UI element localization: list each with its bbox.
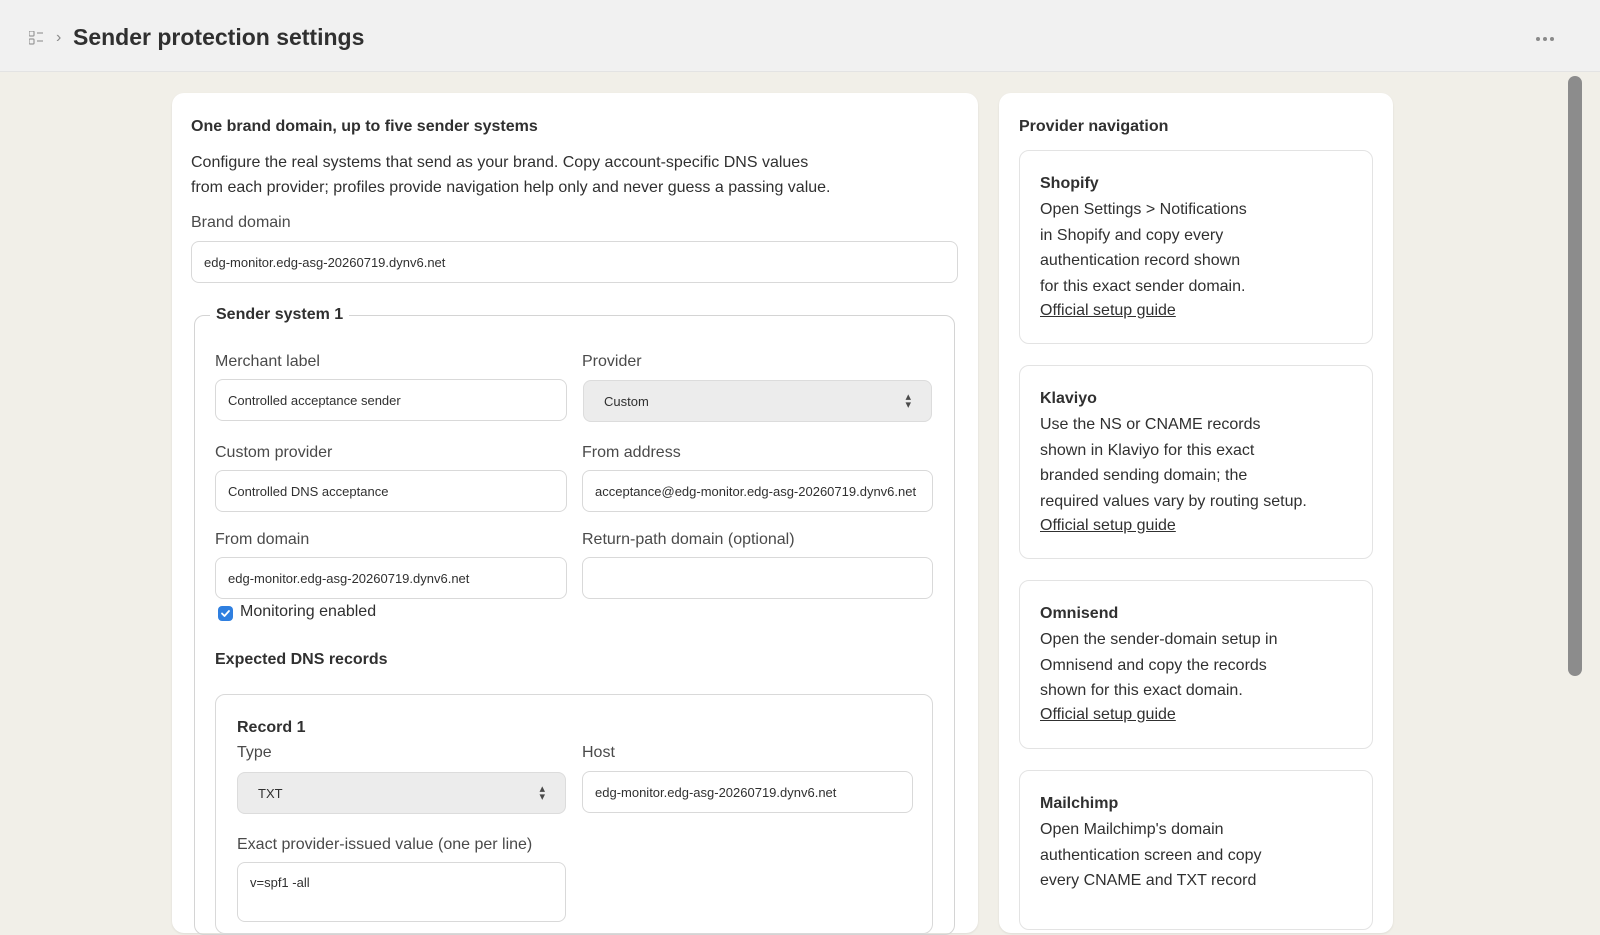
breadcrumb-chevron-icon: › [56, 29, 62, 46]
provider-select-value: Custom [604, 393, 649, 409]
page-scrollbar[interactable] [1568, 76, 1582, 676]
record-type-select[interactable]: TXT ▴ ▾ [237, 772, 566, 814]
provider-instructions: Open Mailchimp's domain authentication s… [1040, 821, 1262, 889]
provider-card-klaviyo: Klaviyo Use the NS or CNAME records show… [1019, 365, 1373, 559]
custom-provider-label: Custom provider [215, 444, 333, 461]
from-domain-label: From domain [215, 531, 310, 548]
merchant-label-label: Merchant label [215, 353, 320, 370]
record-value-label: Exact provider-issued value (one per lin… [237, 836, 533, 853]
record-host-label: Host [582, 744, 615, 761]
provider-instructions: Open the sender-domain setup in Omnisend… [1040, 631, 1278, 699]
custom-provider-input[interactable]: Controlled DNS acceptance [215, 470, 567, 512]
provider-card-omnisend: Omnisend Open the sender-domain setup in… [1019, 580, 1373, 749]
select-chevrons-icon: ▴ ▾ [539, 783, 545, 803]
page-title: Sender protection settings [73, 24, 365, 50]
provider-name: Omnisend [1040, 605, 1119, 622]
apps-icon[interactable] [28, 30, 44, 46]
record-host-input[interactable]: edg-monitor.edg-asg-20260719.dynv6.net [582, 771, 913, 813]
section-description-line-2: from each provider; profiles provide nav… [191, 179, 831, 196]
provider-card-shopify: Shopify Open Settings > Notifications in… [1019, 150, 1373, 344]
from-address-label: From address [582, 444, 681, 461]
provider-label: Provider [582, 353, 642, 370]
sender-system-legend: Sender system 1 [210, 306, 350, 324]
provider-select[interactable]: Custom ▴ ▾ [583, 380, 932, 422]
record-title: Record 1 [237, 719, 306, 736]
official-setup-guide-link[interactable]: Official setup guide [1040, 517, 1176, 535]
monitoring-checkbox[interactable] [218, 606, 233, 621]
provider-instructions: Use the NS or CNAME records shown in Kla… [1040, 416, 1307, 510]
record-type-value: TXT [258, 785, 283, 801]
brand-domain-input[interactable]: edg-monitor.edg-asg-20260719.dynv6.net [191, 241, 958, 283]
checkmark-icon [221, 610, 230, 617]
official-setup-guide-link[interactable]: Official setup guide [1040, 302, 1176, 320]
from-domain-input[interactable]: edg-monitor.edg-asg-20260719.dynv6.net [215, 557, 567, 599]
official-setup-guide-link[interactable]: Official setup guide [1040, 706, 1176, 724]
from-address-input[interactable]: acceptance@edg-monitor.edg-asg-20260719.… [582, 470, 933, 512]
expected-dns-heading: Expected DNS records [215, 651, 388, 668]
monitoring-label[interactable]: Monitoring enabled [240, 603, 376, 621]
select-chevrons-icon: ▴ ▾ [905, 391, 911, 411]
provider-name: Klaviyo [1040, 390, 1097, 407]
return-path-label: Return-path domain (optional) [582, 531, 795, 548]
record-value-textarea[interactable]: v=spf1 -all [237, 862, 566, 922]
top-bar: › Sender protection settings [0, 0, 1600, 72]
provider-card-mailchimp: Mailchimp Open Mailchimp's domain authen… [1019, 770, 1373, 930]
record-type-label: Type [237, 744, 272, 761]
merchant-label-input[interactable]: Controlled acceptance sender [215, 379, 567, 421]
provider-name: Shopify [1040, 175, 1099, 192]
provider-name: Mailchimp [1040, 795, 1119, 812]
provider-navigation-heading: Provider navigation [1019, 118, 1169, 135]
provider-instructions: Open Settings > Notifications in Shopify… [1040, 201, 1247, 295]
more-actions-icon[interactable] [1532, 26, 1558, 52]
return-path-input[interactable] [582, 557, 933, 599]
section-heading: One brand domain, up to five sender syst… [191, 118, 538, 135]
brand-domain-label: Brand domain [191, 214, 291, 231]
section-description-line-1: Configure the real systems that send as … [191, 154, 809, 171]
